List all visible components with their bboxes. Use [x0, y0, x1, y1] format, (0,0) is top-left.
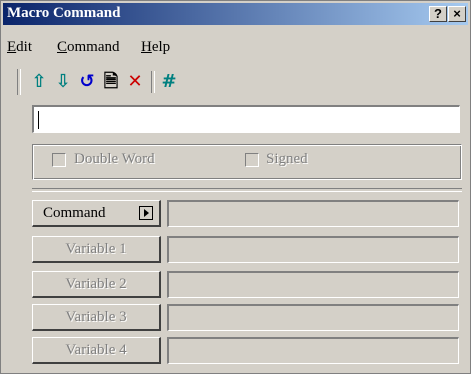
undo-icon[interactable]: ↺ — [77, 71, 97, 93]
hash-icon[interactable]: # — [159, 71, 179, 93]
delete-icon[interactable]: ✕ — [125, 71, 145, 93]
variable-3-button[interactable]: Variable 3 — [32, 304, 161, 331]
title-bar[interactable]: Macro Command ? × — [3, 3, 468, 25]
menu-command-rest: ommand — [67, 39, 120, 55]
menu-help-rest: elp — [151, 39, 171, 55]
command-input[interactable] — [32, 105, 460, 133]
text-caret — [38, 111, 39, 129]
variable-1-button[interactable]: Variable 1 — [32, 236, 161, 263]
move-up-icon[interactable]: ⇧ — [29, 71, 49, 93]
signed-checkbox[interactable] — [245, 153, 259, 167]
variable-4-field[interactable] — [167, 337, 459, 364]
variable-3-field[interactable] — [167, 304, 459, 331]
menu-command-accel: C — [57, 39, 68, 55]
double-word-checkbox[interactable] — [52, 153, 66, 167]
command-field[interactable] — [167, 200, 459, 227]
command-button-label: Command — [43, 205, 106, 221]
menu-help[interactable]: Help — [141, 39, 170, 56]
toolbar: ⇧ ⇩ ↺ 🗎 ✕ # — [13, 69, 313, 95]
menu-edit-accel: E — [7, 39, 17, 55]
document-icon[interactable]: 🗎 — [101, 71, 121, 93]
variable-4-button[interactable]: Variable 4 — [32, 337, 161, 364]
menu-command[interactable]: Command — [57, 39, 120, 56]
signed-label: Signed — [266, 151, 308, 167]
variable-2-field[interactable] — [167, 271, 459, 298]
toolbar-grip[interactable] — [17, 69, 21, 95]
help-button[interactable]: ? — [429, 6, 447, 22]
toolbar-separator — [151, 71, 155, 93]
menu-help-accel: H — [141, 39, 152, 55]
variable-2-button[interactable]: Variable 2 — [32, 271, 161, 298]
variable-1-field[interactable] — [167, 236, 459, 263]
close-button[interactable]: × — [448, 6, 466, 22]
double-word-label: Double Word — [74, 151, 155, 167]
menu-edit-rest: dit — [16, 39, 33, 55]
chevron-right-icon[interactable] — [139, 206, 153, 220]
move-down-icon[interactable]: ⇩ — [53, 71, 73, 93]
macro-command-window: Macro Command ? × Edit Command Help ⇧ ⇩ … — [0, 0, 471, 374]
window-title: Macro Command — [7, 5, 121, 21]
divider — [32, 188, 462, 192]
command-button[interactable]: Command — [32, 200, 161, 227]
menu-edit[interactable]: Edit — [7, 39, 32, 56]
